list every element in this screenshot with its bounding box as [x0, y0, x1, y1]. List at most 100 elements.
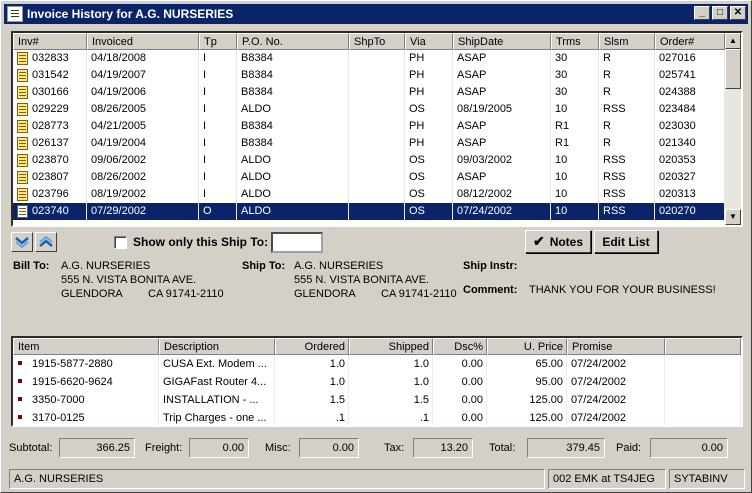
subtotal-label: Subtotal:: [9, 442, 53, 454]
invoice-row[interactable]: 029229 08/26/2005 I ALDO OS 08/19/2005 10 RSS 02…: [13, 101, 725, 118]
col-header-via[interactable]: Via: [405, 33, 453, 50]
cell-po: ALDO: [237, 152, 349, 169]
misc-label: Misc:: [265, 442, 291, 454]
col-header-shipped[interactable]: Shipped: [349, 338, 433, 355]
invoice-list-scrollbar[interactable]: ▲ ▼: [725, 33, 741, 225]
invoice-row[interactable]: 028773 04/21/2005 I B8384 PH ASAP R1 R 023030: [13, 118, 725, 135]
col-header-slsm[interactable]: Slsm: [599, 33, 655, 50]
col-header-uprice[interactable]: U. Price: [487, 338, 567, 355]
col-header-tp[interactable]: Tp: [199, 33, 237, 50]
cell-order: 024388: [655, 84, 725, 101]
invoice-row[interactable]: 031542 04/19/2007 I B8384 PH ASAP 30 R 025741: [13, 67, 725, 84]
line-items-list[interactable]: Item Description Ordered Shipped Dsc% U.…: [11, 336, 743, 427]
ship-to-filter-input[interactable]: [271, 232, 323, 253]
bill-to-city: GLENDORA: [61, 288, 123, 300]
col-header-inv[interactable]: Inv#: [13, 33, 87, 50]
invoice-row[interactable]: 023796 08/19/2002 I ALDO OS 08/12/2002 10 RSS 02…: [13, 186, 725, 203]
bill-to-state-zip: CA 91741-2110: [148, 288, 224, 300]
invoice-row[interactable]: 026137 04/19/2004 I B8384 PH ASAP R1 R 021340: [13, 135, 725, 152]
cell-order: 020353: [655, 152, 725, 169]
show-only-ship-to-toggle[interactable]: Show only this Ship To:: [114, 235, 268, 249]
scroll-thumb[interactable]: [725, 49, 741, 89]
scroll-up-button[interactable]: ▲: [725, 33, 741, 49]
ship-to-street: 555 N. VISTA BONITA AVE.: [294, 274, 430, 286]
cell-via: PH: [405, 135, 453, 152]
invoice-row[interactable]: 023807 08/26/2002 I ALDO OS ASAP 10 RSS 020327: [13, 169, 725, 186]
invoice-number-text: 029229: [32, 103, 69, 115]
col-header-shipdate[interactable]: ShipDate: [453, 33, 551, 50]
cell-trms: R1: [551, 118, 599, 135]
line-item-row[interactable]: 3170-0125 Trip Charges - one ... .1.1 0.00 1…: [13, 409, 741, 425]
cell-po: B8384: [237, 118, 349, 135]
cell-via: PH: [405, 118, 453, 135]
collapse-up-button[interactable]: [35, 232, 57, 252]
notes-button-label: Notes: [549, 234, 584, 249]
cell-uprice: 125.00: [487, 391, 567, 409]
cell-filler: [665, 391, 741, 409]
col-header-description[interactable]: Description: [159, 338, 275, 355]
cell-dsc: 0.00: [433, 391, 487, 409]
col-header-trms[interactable]: Trms: [551, 33, 599, 50]
cell-invoiced: 04/19/2007: [87, 67, 199, 84]
cell-description: INSTALLATION - ...: [159, 391, 275, 409]
expand-down-button[interactable]: [11, 232, 33, 252]
invoice-history-window: Invoice History for A.G. NURSERIES _ □ ✕…: [0, 0, 752, 493]
title-bar[interactable]: Invoice History for A.G. NURSERIES _ □ ✕: [4, 4, 748, 24]
col-header-invoiced[interactable]: Invoiced: [87, 33, 199, 50]
invoice-row[interactable]: 023740 07/29/2002 O ALDO OS 07/24/2002 10 RSS 02…: [13, 203, 725, 220]
cell-inv: 023870: [13, 152, 87, 169]
invoice-document-icon: [17, 103, 28, 116]
maximize-button[interactable]: □: [712, 6, 728, 20]
cell-ordered: .1: [275, 409, 349, 425]
cell-promise: 07/24/2002: [567, 373, 665, 391]
app-document-icon: [7, 6, 23, 22]
tax-value: 13.20: [413, 438, 473, 458]
cell-trms: 30: [551, 50, 599, 67]
line-item-row[interactable]: 1915-6620-9624 GIGAFast Router 4... 1.0 1.0…: [13, 373, 741, 391]
invoice-row[interactable]: 032833 04/18/2008 I B8384 PH ASAP 30 R 027016: [13, 50, 725, 67]
ship-to-city: GLENDORA: [294, 288, 356, 300]
cell-invoiced: 08/26/2005: [87, 101, 199, 118]
col-header-dsc[interactable]: Dsc%: [433, 338, 487, 355]
cell-shipdate: ASAP: [453, 67, 551, 84]
cell-inv: 032833: [13, 50, 87, 67]
cell-item: 3170-0125: [13, 409, 159, 425]
freight-value: 0.00: [189, 438, 249, 458]
invoice-row[interactable]: 023870 09/06/2002 I ALDO OS 09/03/2002 10 RSS 02…: [13, 152, 725, 169]
cell-promise: 07/24/2002: [567, 355, 665, 373]
cell-via: PH: [405, 50, 453, 67]
cell-invoiced: 04/18/2008: [87, 50, 199, 67]
status-customer: A.G. NURSERIES: [9, 469, 545, 489]
cell-shipped: 1.0: [349, 373, 433, 391]
line-item-row[interactable]: 1915-5877-2880 CUSA Ext. Modem ... 1.0 1.0 0…: [13, 355, 741, 373]
invoice-list[interactable]: Inv# Invoiced Tp P.O. No. ShpTo Via Ship…: [11, 31, 743, 227]
cell-shipped: 1.0: [349, 355, 433, 373]
col-header-ordered[interactable]: Ordered: [275, 338, 349, 355]
cell-item: 1915-5877-2880: [13, 355, 159, 373]
cell-invoiced: 07/29/2002: [87, 203, 199, 220]
cell-slsm: RSS: [599, 101, 655, 118]
notes-button[interactable]: ✔ Notes: [525, 230, 591, 253]
minimize-button[interactable]: _: [694, 6, 710, 20]
cell-slsm: R: [599, 67, 655, 84]
item-number-text: 3170-0125: [32, 412, 85, 424]
close-button[interactable]: ✕: [730, 6, 746, 20]
invoice-row[interactable]: 030166 04/19/2006 I B8384 PH ASAP 30 R 024388: [13, 84, 725, 101]
line-item-row[interactable]: 3350-7000 INSTALLATION - ... 1.5 1.5 0.00 125…: [13, 391, 741, 409]
col-header-order[interactable]: Order#: [655, 33, 725, 50]
col-header-item[interactable]: Item: [13, 338, 159, 355]
cell-slsm: RSS: [599, 169, 655, 186]
col-header-po[interactable]: P.O. No.: [237, 33, 349, 50]
item-bullet-icon: [18, 397, 22, 402]
cell-shipdate: ASAP: [453, 135, 551, 152]
cell-via: OS: [405, 203, 453, 220]
show-only-ship-to-checkbox[interactable]: [114, 235, 127, 249]
col-header-shpto[interactable]: ShpTo: [349, 33, 405, 50]
scroll-down-button[interactable]: ▼: [725, 209, 741, 225]
col-header-promise[interactable]: Promise: [567, 338, 665, 355]
edit-list-button[interactable]: Edit List: [594, 230, 658, 253]
cell-po: ALDO: [237, 203, 349, 220]
cell-trms: 30: [551, 84, 599, 101]
cell-via: OS: [405, 169, 453, 186]
cell-item: 3350-7000: [13, 391, 159, 409]
